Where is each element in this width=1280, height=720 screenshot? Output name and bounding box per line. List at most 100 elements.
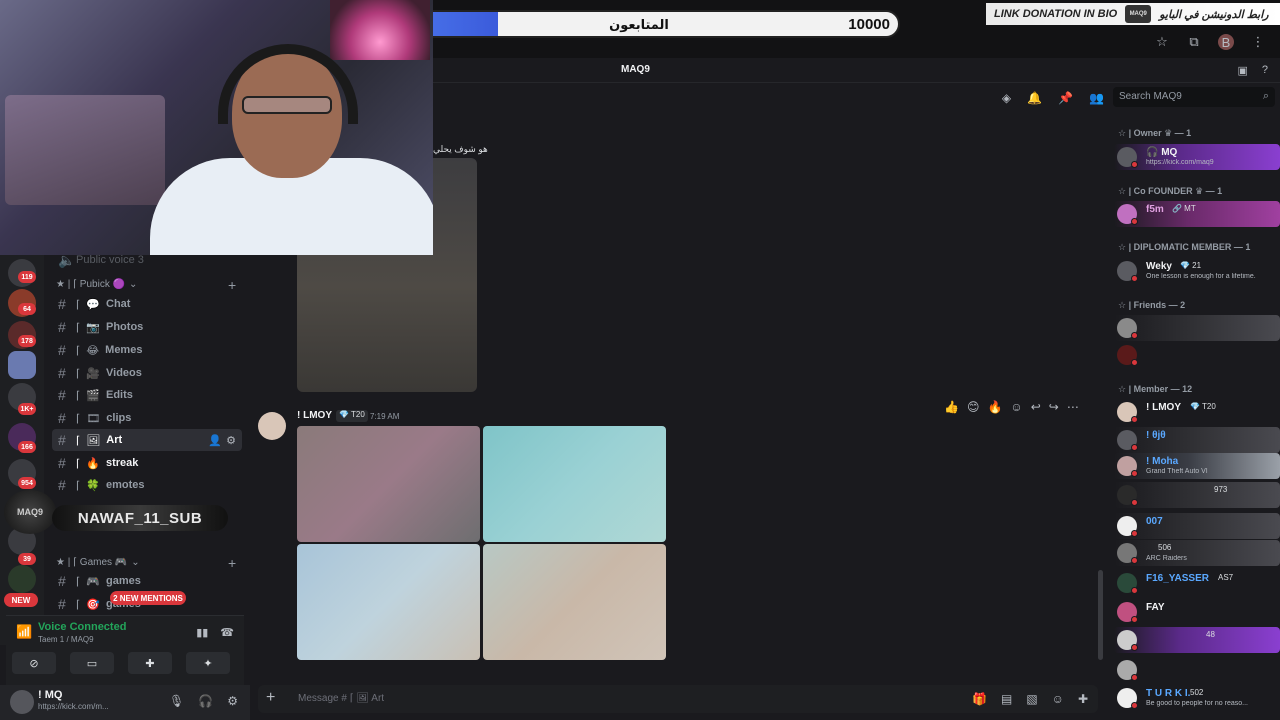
member-item[interactable]: 48 — [1114, 627, 1280, 653]
member-item[interactable] — [1114, 315, 1280, 341]
disconnect-icon[interactable]: ☎ — [220, 626, 234, 639]
channel-name: emotes — [106, 479, 145, 491]
channel-games[interactable]: # ⌈ 🎮 games — [52, 570, 242, 592]
fire-icon[interactable]: 🔥 — [987, 400, 1002, 414]
attachment-image[interactable] — [483, 544, 666, 660]
reply-icon[interactable]: ↩ — [1031, 400, 1041, 414]
add-reaction-icon[interactable]: ☺ — [1010, 400, 1022, 414]
new-mentions-badge[interactable]: 2 NEW MENTIONS — [110, 591, 186, 605]
more-icon[interactable]: ⋯ — [1067, 400, 1079, 414]
members-icon[interactable]: 👥 — [1089, 91, 1104, 105]
image-grid — [297, 426, 667, 661]
server-header: MAQ9 ▣ ? — [433, 58, 1280, 83]
profile-avatar[interactable]: B — [1218, 34, 1234, 50]
member-name: 🎧 MQ — [1146, 147, 1178, 158]
member-item[interactable]: 506 ARC Raiders — [1114, 540, 1280, 566]
new-badge[interactable]: NEW — [4, 593, 38, 607]
member-item[interactable]: 973 — [1114, 482, 1280, 508]
attachment-image[interactable] — [483, 426, 666, 542]
member-item[interactable]: F16_YASSER AS7 — [1114, 570, 1280, 596]
member-item[interactable] — [1114, 342, 1280, 368]
noise-suppression-icon[interactable]: ▮▮ — [196, 626, 208, 639]
forward-icon[interactable]: ↪ — [1049, 400, 1059, 414]
channel-emoji: 💬 — [86, 298, 100, 311]
member-item[interactable]: Weky 💎 21 One lesson is enough for a lif… — [1114, 258, 1280, 284]
member-item[interactable]: 007 — [1114, 513, 1280, 539]
gif-icon[interactable]: ▤ — [1001, 692, 1012, 706]
channel-clips[interactable]: # ⌈ 🎞 clips — [52, 407, 242, 429]
gift-icon[interactable]: 🎁 — [972, 692, 987, 706]
member-item[interactable] — [1114, 657, 1280, 683]
scrollbar[interactable] — [1098, 570, 1103, 660]
bell-icon[interactable]: 🔔 — [1027, 91, 1042, 105]
attach-plus-icon[interactable]: + — [266, 689, 275, 707]
pin-icon[interactable]: 📌 — [1058, 91, 1073, 105]
camera-off-button[interactable]: ⊘ — [12, 652, 56, 674]
channel-chat[interactable]: # ⌈ 💬 Chat — [52, 293, 242, 315]
channel-art[interactable]: # ⌈ 🖼 Art 👤 ⚙ — [52, 429, 242, 451]
channel-controls: 👤 ⚙ — [208, 434, 236, 447]
channel-photos[interactable]: # ⌈ 📷 Photos — [52, 316, 242, 338]
mic-icon[interactable]: 🎙 — [169, 694, 184, 708]
avatar[interactable] — [10, 690, 34, 714]
server-rail: 119 64 178 1K+ 166 954 39 NEW — [0, 255, 44, 645]
soundboard-button[interactable]: ✦ — [186, 652, 230, 674]
member-item[interactable]: 🎧 MQ https://kick.com/maq9 — [1114, 144, 1280, 170]
channel-videos[interactable]: # ⌈ 🎥 Videos — [52, 362, 242, 384]
channel-emotes[interactable]: # ⌈ 🍀 emotes — [52, 474, 242, 496]
channel-emoji: 🎞 — [86, 412, 101, 425]
message-composer[interactable]: + Message # ⌈ 🖼 Art 🎁 ▤ ▧ ☺ ✚ — [258, 685, 1098, 713]
member-status: Be good to people for no reaso... — [1146, 700, 1248, 707]
channel-name: Chat — [106, 298, 131, 310]
message-author[interactable]: ! LMOY — [297, 410, 332, 421]
invite-icon[interactable]: 👤 — [208, 434, 222, 447]
gear-icon[interactable]: ⚙ — [227, 694, 238, 708]
avatar[interactable] — [258, 412, 286, 440]
user-controls: 🎙 🎧 ⚙ — [169, 694, 238, 708]
channel-memes[interactable]: # ⌈ 😂 Memes — [52, 339, 242, 361]
emoji-reaction-icon[interactable]: 😊 — [967, 400, 980, 414]
search-input[interactable]: Search MAQ9 ⌕ — [1113, 87, 1275, 107]
extension-icon[interactable]: ⧉ — [1186, 34, 1202, 50]
add-channel-button[interactable]: + — [228, 555, 236, 571]
voice-connected-label[interactable]: Voice Connected — [38, 621, 126, 633]
composer-placeholder[interactable]: Message # ⌈ 🖼 Art — [298, 693, 384, 704]
attachment-image[interactable] — [297, 426, 480, 542]
member-item[interactable]: FAY — [1114, 599, 1280, 625]
emoji-icon[interactable]: ☺ — [1052, 692, 1064, 706]
inbox-icon[interactable]: ▣ — [1237, 64, 1247, 77]
add-channel-button[interactable]: + — [228, 277, 236, 293]
member-item[interactable]: ! θjθ — [1114, 427, 1280, 453]
menu-icon[interactable]: ⋮ — [1250, 34, 1266, 50]
sticker-icon[interactable]: ▧ — [1026, 692, 1037, 706]
star-icon[interactable]: ☆ — [1154, 34, 1170, 50]
server-icon[interactable] — [8, 351, 36, 379]
apps-icon[interactable]: ✚ — [1078, 692, 1088, 706]
channel-name: Memes — [105, 344, 143, 356]
user-status: https://kick.com/m... — [38, 702, 109, 711]
glasses-icon — [242, 96, 332, 114]
category-games[interactable]: ★ | ⌈ Games 🎮 ⌄ + — [56, 555, 246, 571]
member-item[interactable]: T U R K I. 502 Be good to people for no … — [1114, 685, 1280, 711]
category-pubick[interactable]: ★ | ⌈ Pubick 🟣 ⌄ + — [56, 277, 246, 293]
threads-icon[interactable]: ◈ — [1002, 91, 1011, 105]
screen-share-button[interactable]: ▭ — [70, 652, 114, 674]
hash-icon: # — [58, 365, 66, 381]
gear-icon[interactable]: ⚙ — [226, 434, 236, 447]
member-item[interactable]: f5m 🔗 MT — [1114, 201, 1280, 227]
channel-streak[interactable]: # ⌈ 🔥 streak — [52, 452, 242, 474]
channel-emoji: 🍀 — [86, 479, 100, 492]
activities-button[interactable]: ✚ — [128, 652, 172, 674]
member-name: Weky — [1146, 261, 1172, 272]
attachment-image[interactable] — [297, 544, 480, 660]
member-item[interactable]: ! Moha Grand Theft Auto VI — [1114, 453, 1280, 479]
channel-edits[interactable]: # ⌈ 🎬 Edits — [52, 384, 242, 406]
voice-channel-label[interactable]: Taem 1 / MAQ9 — [38, 635, 94, 644]
server-icon[interactable] — [8, 565, 36, 593]
headphones-icon[interactable]: 🎧 — [198, 694, 213, 708]
member-item[interactable]: ! LMOY 💎 T20 — [1114, 399, 1280, 425]
server-name: MAQ9 — [621, 64, 650, 75]
fire-reaction-icon[interactable]: 👍 — [944, 400, 959, 414]
window-controls: ☆ ⧉ B ⋮ — [1154, 34, 1266, 50]
help-icon[interactable]: ? — [1262, 64, 1268, 77]
